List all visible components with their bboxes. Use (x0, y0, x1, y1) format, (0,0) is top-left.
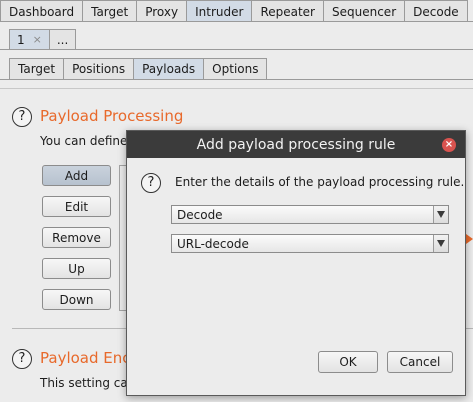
add-button[interactable]: Add (42, 165, 111, 186)
add-rule-dialog: Add payload processing rule × ? Enter th… (126, 130, 466, 396)
rule-option-value: URL-decode (177, 236, 249, 251)
tab-target[interactable]: Target (82, 0, 138, 22)
close-icon[interactable]: × (442, 138, 456, 152)
main-tabs: Dashboard Target Proxy Intruder Repeater… (0, 0, 473, 22)
tab-decoder[interactable]: Decode (404, 0, 468, 22)
tab-options[interactable]: Options (203, 58, 268, 79)
cancel-button[interactable]: Cancel (387, 351, 453, 373)
rule-type-select[interactable]: Decode (171, 205, 449, 224)
help-icon[interactable]: ? (12, 107, 32, 127)
intruder-tabs: Target Positions Payloads Options (9, 58, 473, 79)
ok-button[interactable]: OK (318, 351, 378, 373)
divider (0, 21, 473, 22)
up-button[interactable]: Up (42, 258, 111, 279)
dialog-title: Add payload processing rule (196, 136, 396, 153)
section-description: You can define (40, 134, 128, 148)
tab-sequencer[interactable]: Sequencer (323, 0, 406, 22)
help-icon[interactable]: ? (12, 349, 32, 369)
divider (0, 79, 473, 80)
rule-option-select[interactable]: URL-decode (171, 234, 449, 253)
remove-button[interactable]: Remove (42, 227, 111, 248)
attack-tab-label: 1 (17, 32, 25, 47)
section-title-payload-encoding: Payload Enc (40, 349, 131, 367)
rule-type-value: Decode (177, 207, 223, 222)
tab-repeater[interactable]: Repeater (251, 0, 324, 22)
edit-button[interactable]: Edit (42, 196, 111, 217)
section-title-payload-processing: Payload Processing (40, 107, 184, 125)
tab-dashboard[interactable]: Dashboard (0, 0, 84, 22)
tab-target[interactable]: Target (9, 58, 65, 79)
down-button[interactable]: Down (42, 289, 111, 310)
tab-positions[interactable]: Positions (63, 58, 135, 79)
help-icon[interactable]: ? (141, 173, 161, 193)
tab-intruder[interactable]: Intruder (186, 0, 253, 22)
dialog-titlebar[interactable]: Add payload processing rule × (127, 131, 465, 158)
attack-tabs: 1 × ... (9, 29, 473, 49)
dialog-message: Enter the details of the payload process… (175, 175, 465, 189)
close-icon[interactable]: × (33, 33, 42, 46)
chevron-down-icon[interactable] (433, 235, 448, 252)
divider (0, 49, 473, 50)
chevron-down-icon[interactable] (433, 206, 448, 223)
section-description: This setting ca (40, 376, 128, 390)
arrow-icon (466, 234, 473, 244)
tab-proxy[interactable]: Proxy (136, 0, 188, 22)
attack-tab-1[interactable]: 1 × (9, 29, 50, 49)
new-attack-tab-button[interactable]: ... (48, 29, 77, 49)
tab-payloads[interactable]: Payloads (133, 58, 205, 79)
